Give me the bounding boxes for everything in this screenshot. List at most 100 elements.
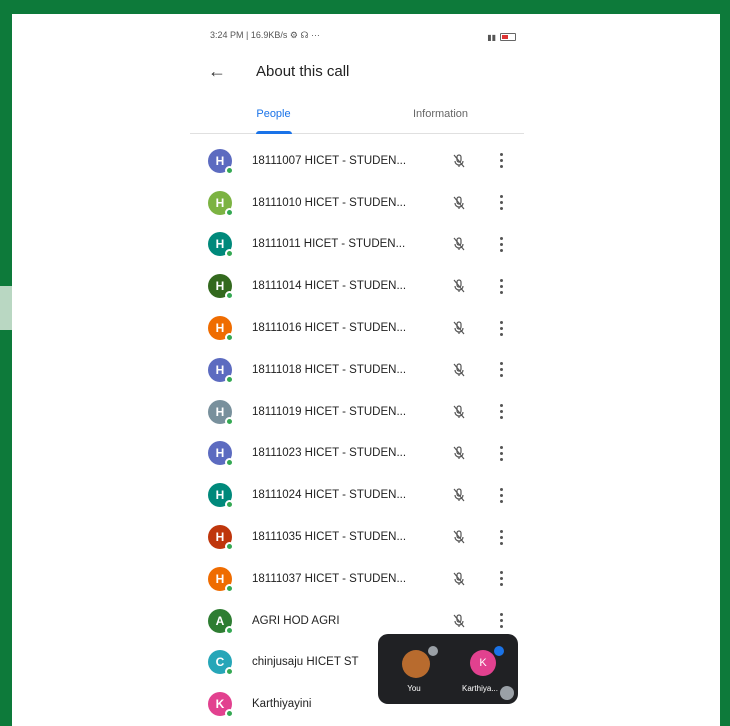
mic-off-icon [450,194,468,212]
online-status-icon [225,625,234,635]
avatar: H [208,232,234,259]
more-options-icon[interactable] [498,570,504,588]
back-arrow-icon[interactable]: ← [208,61,238,82]
expand-icon[interactable] [500,686,514,700]
avatar: C [208,650,234,677]
avatar: A [208,608,234,635]
avatar: K [470,650,496,676]
status-bar: 3:24 PM | 16.9KB/s ⚙ ☊ ··· ▮▮ [210,30,516,44]
tab-people[interactable]: People [190,104,357,133]
mic-off-icon [450,403,468,421]
avatar: H [208,525,234,552]
online-status-icon [225,667,234,677]
avatar-initial: H [215,530,225,545]
avatar: H [208,441,234,468]
online-status-icon [225,207,234,217]
participant-name: 18111023 HICET - STUDEN... [252,447,407,460]
more-options-icon[interactable] [498,319,504,337]
online-status-icon [225,333,234,343]
avatar-initial: H [215,404,225,419]
mic-off-icon [450,570,468,588]
participant-row[interactable]: H 18111024 HICET - STUDEN... [190,474,534,516]
online-status-icon [225,374,234,384]
participant-row[interactable]: H 18111014 HICET - STUDEN... [190,265,534,307]
participant-name: 18111007 HICET - STUDEN... [252,154,407,167]
participant-name: 18111010 HICET - STUDEN... [252,196,407,209]
avatar-initial: H [215,362,225,377]
signal-icon: ▮▮ [487,32,496,42]
more-options-icon[interactable] [498,235,504,253]
mic-off-icon [450,361,468,379]
more-options-icon[interactable] [498,486,504,504]
battery-icon [500,33,516,41]
avatar-initial: C [215,655,225,670]
more-options-icon[interactable] [498,403,504,421]
participant-name: 18111014 HICET - STUDEN... [252,280,407,293]
participant-name: 18111011 HICET - STUDEN... [252,238,406,251]
participant-name: 18111016 HICET - STUDEN... [252,322,407,335]
avatar-initial: K [215,697,225,712]
more-options-icon[interactable] [498,444,504,462]
participant-row[interactable]: H 18111023 HICET - STUDEN... [190,433,534,475]
avatar: H [208,399,234,426]
avatar: H [208,316,234,343]
avatar-initial: H [215,488,225,503]
mic-off-icon [450,528,468,546]
avatar: K [208,692,234,719]
mic-off-icon [450,319,468,337]
more-options-icon[interactable] [498,612,504,630]
avatar: H [208,483,234,510]
participant-row[interactable]: H 18111007 HICET - STUDEN... [190,140,534,182]
online-status-icon [225,583,234,593]
more-options-icon[interactable] [498,361,504,379]
side-band [0,286,12,330]
mic-off-icon [450,444,468,462]
participant-name: 18111019 HICET - STUDEN... [252,405,407,418]
online-status-icon [225,249,234,259]
avatar-initial: H [215,571,225,586]
online-status-icon [225,500,234,510]
participant-row[interactable]: H 18111016 HICET - STUDEN... [190,307,534,349]
participant-row[interactable]: H 18111037 HICET - STUDEN... [190,558,534,600]
tab-information[interactable]: Information [357,104,524,133]
mic-off-icon [450,235,468,253]
more-options-icon[interactable] [498,528,504,546]
avatar-initial: H [215,153,225,168]
avatar-initial: H [215,237,225,252]
avatar-initial: H [215,321,225,336]
participant-row[interactable]: H 18111019 HICET - STUDEN... [190,391,534,433]
mic-off-icon [450,612,468,630]
participant-name: 18111035 HICET - STUDEN... [252,531,407,544]
more-options-icon[interactable] [498,194,504,212]
avatar: H [208,274,234,301]
app-bar: ← About this call [190,56,534,86]
avatar: H [208,357,234,384]
speaking-badge-icon [494,646,504,656]
pip-tile-you: You [384,642,444,700]
participant-row[interactable]: H 18111018 HICET - STUDEN... [190,349,534,391]
participant-row[interactable]: H 18111035 HICET - STUDEN... [190,516,534,558]
participant-name: 18111018 HICET - STUDEN... [252,363,407,376]
more-options-icon[interactable] [498,277,504,295]
online-status-icon [225,458,234,468]
mic-off-icon [450,486,468,504]
participant-name: 18111024 HICET - STUDEN... [252,489,407,502]
online-status-icon [225,165,234,175]
avatar-initial: H [215,446,225,461]
picture-in-picture[interactable]: You K Karthiya... [378,634,518,704]
phone-screen: 3:24 PM | 16.9KB/s ⚙ ☊ ··· ▮▮ ← About th… [190,16,534,726]
page-title: About this call [256,62,350,80]
avatar [402,650,430,678]
online-status-icon [225,416,234,426]
avatar: H [208,148,234,175]
participant-row[interactable]: H 18111011 HICET - STUDEN... [190,224,534,266]
more-options-icon[interactable] [498,152,504,170]
tab-bar: People Information [190,104,524,134]
avatar: H [208,566,234,593]
mic-badge-icon [428,646,438,656]
participant-row[interactable]: H 18111010 HICET - STUDEN... [190,182,534,224]
status-icons: ▮▮ [487,30,516,44]
participant-name: AGRI HOD AGRI [252,614,340,627]
online-status-icon [225,709,234,719]
participant-name: 18111037 HICET - STUDEN... [252,572,407,585]
